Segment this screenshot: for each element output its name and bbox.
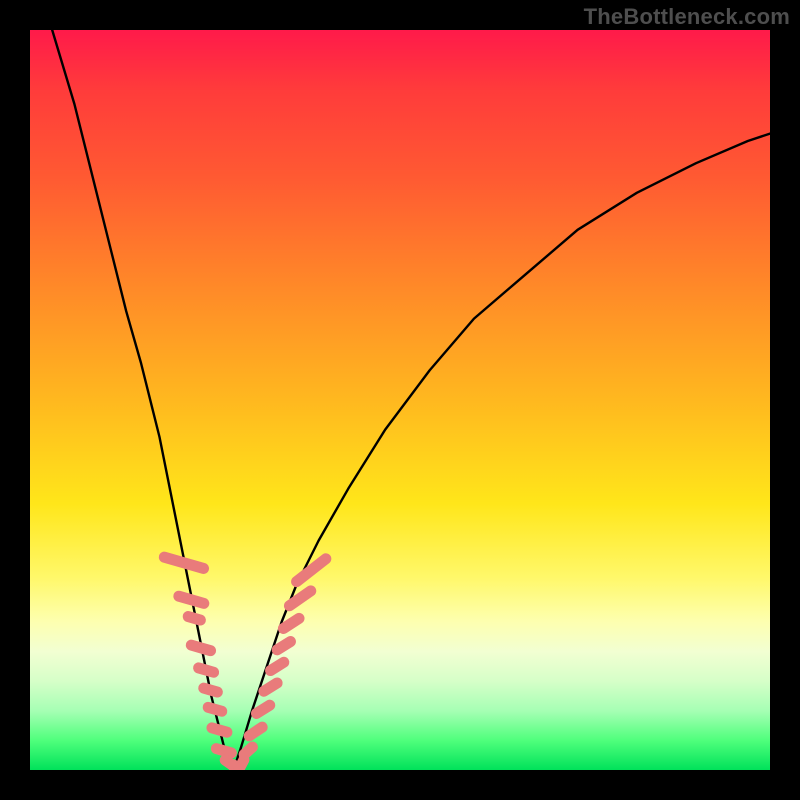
highlight-pills-group: [158, 550, 334, 770]
curve-left-branch: [52, 30, 233, 770]
curve-group: [52, 30, 770, 770]
highlight-pill: [249, 698, 277, 721]
highlight-pill: [256, 675, 284, 698]
chart-frame: TheBottleneck.com: [0, 0, 800, 800]
chart-overlay: [30, 30, 770, 770]
highlight-pill: [263, 655, 291, 678]
highlight-pill: [192, 661, 221, 679]
highlight-pill: [282, 583, 319, 613]
plot-area: [30, 30, 770, 770]
watermark-text: TheBottleneck.com: [584, 4, 790, 30]
highlight-pill: [270, 634, 298, 657]
curve-right-branch: [234, 134, 771, 770]
